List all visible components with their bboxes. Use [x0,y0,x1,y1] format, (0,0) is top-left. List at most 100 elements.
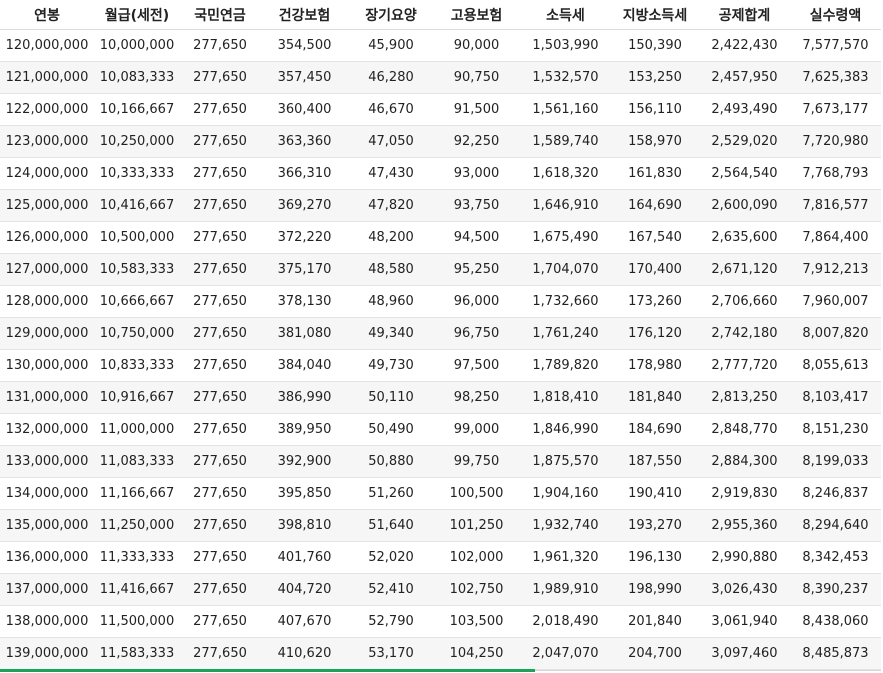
column-header-col-net-pay: 실수령액 [790,0,881,30]
horizontal-scroll-indicator[interactable] [0,669,535,672]
table-cell-col-net-pay: 7,864,400 [790,221,881,254]
table-cell-col-national-pension: 277,650 [180,253,260,286]
table-cell-col-net-pay: 7,912,213 [790,253,881,286]
table-cell-col-income-tax: 1,704,070 [520,253,611,286]
table-row: 136,000,000 11,333,333 277,650 401,760 52,02… [0,541,881,574]
table-cell-col-long-term-care: 48,960 [349,285,433,318]
table-cell-col-national-pension: 277,650 [180,285,260,318]
table-cell-col-local-income-tax: 184,690 [611,413,699,446]
table-cell-col-net-pay: 8,342,453 [790,541,881,574]
horizontal-scroll-track[interactable] [535,670,881,671]
table-cell-col-local-income-tax: 193,270 [611,509,699,542]
table-cell-col-employment-insurance: 92,250 [433,125,520,158]
column-header-col-income-tax: 소득세 [520,0,611,30]
table-cell-col-long-term-care: 49,340 [349,317,433,350]
table-cell-col-income-tax: 1,875,570 [520,445,611,478]
table-cell-col-annual-salary: 134,000,000 [0,477,94,510]
table-cell-col-income-tax: 1,846,990 [520,413,611,446]
table-cell-col-annual-salary: 122,000,000 [0,93,94,126]
table-cell-col-annual-salary: 120,000,000 [0,29,94,62]
column-header-col-long-term-care: 장기요양 [349,0,433,30]
table-cell-col-national-pension: 277,650 [180,157,260,190]
table-cell-col-national-pension: 277,650 [180,541,260,574]
column-header-col-monthly-salary: 월급(세전) [94,0,180,30]
table-cell-col-long-term-care: 48,580 [349,253,433,286]
table-cell-col-monthly-salary: 10,666,667 [94,285,180,318]
table-cell-col-net-pay: 7,816,577 [790,189,881,222]
table-cell-col-long-term-care: 52,790 [349,605,433,638]
table-cell-col-net-pay: 8,485,873 [790,637,881,670]
table-cell-col-total-deduction: 2,422,430 [699,29,790,62]
table-cell-col-national-pension: 277,650 [180,381,260,414]
table-cell-col-long-term-care: 48,200 [349,221,433,254]
table-cell-col-health-insurance: 375,170 [260,253,349,286]
table-cell-col-national-pension: 277,650 [180,509,260,542]
table-row: 139,000,000 11,583,333 277,650 410,620 53,17… [0,637,881,670]
table-cell-col-total-deduction: 3,061,940 [699,605,790,638]
table-cell-col-health-insurance: 366,310 [260,157,349,190]
table-cell-col-health-insurance: 395,850 [260,477,349,510]
table-cell-col-income-tax: 2,047,070 [520,637,611,670]
table-cell-col-local-income-tax: 150,390 [611,29,699,62]
table-cell-col-total-deduction: 2,529,020 [699,125,790,158]
table-cell-col-annual-salary: 133,000,000 [0,445,94,478]
table-cell-col-monthly-salary: 10,750,000 [94,317,180,350]
table-row: 129,000,000 10,750,000 277,650 381,080 49,34… [0,317,881,350]
column-header-col-annual-salary: 연봉 [0,0,94,30]
table-row: 138,000,000 11,500,000 277,650 407,670 52,79… [0,605,881,638]
table-cell-col-local-income-tax: 178,980 [611,349,699,382]
table-cell-col-local-income-tax: 181,840 [611,381,699,414]
table-cell-col-local-income-tax: 156,110 [611,93,699,126]
table-cell-col-monthly-salary: 10,833,333 [94,349,180,382]
table-cell-col-annual-salary: 121,000,000 [0,61,94,94]
table-cell-col-employment-insurance: 91,500 [433,93,520,126]
table-cell-col-monthly-salary: 10,333,333 [94,157,180,190]
table-cell-col-national-pension: 277,650 [180,445,260,478]
table-cell-col-long-term-care: 46,670 [349,93,433,126]
table-cell-col-national-pension: 277,650 [180,477,260,510]
table-cell-col-total-deduction: 2,848,770 [699,413,790,446]
table-cell-col-total-deduction: 2,564,540 [699,157,790,190]
table-cell-col-income-tax: 1,904,160 [520,477,611,510]
table-cell-col-health-insurance: 389,950 [260,413,349,446]
table-cell-col-income-tax: 2,018,490 [520,605,611,638]
table-row: 133,000,000 11,083,333 277,650 392,900 50,88… [0,445,881,478]
table-cell-col-national-pension: 277,650 [180,317,260,350]
table-cell-col-monthly-salary: 11,500,000 [94,605,180,638]
column-header-col-national-pension: 국민연금 [180,0,260,30]
table-cell-col-local-income-tax: 190,410 [611,477,699,510]
table-cell-col-health-insurance: 360,400 [260,93,349,126]
table-cell-col-national-pension: 277,650 [180,573,260,606]
table-cell-col-income-tax: 1,503,990 [520,29,611,62]
table-cell-col-local-income-tax: 161,830 [611,157,699,190]
table-cell-col-local-income-tax: 196,130 [611,541,699,574]
column-header-col-employment-insurance: 고용보험 [433,0,520,30]
table-cell-col-long-term-care: 52,410 [349,573,433,606]
table-row: 128,000,000 10,666,667 277,650 378,130 48,96… [0,285,881,318]
table-row: 131,000,000 10,916,667 277,650 386,990 50,11… [0,381,881,414]
table-cell-col-monthly-salary: 11,333,333 [94,541,180,574]
table-cell-col-national-pension: 277,650 [180,93,260,126]
table-cell-col-local-income-tax: 170,400 [611,253,699,286]
table-cell-col-total-deduction: 2,742,180 [699,317,790,350]
table-cell-col-annual-salary: 138,000,000 [0,605,94,638]
table-cell-col-health-insurance: 381,080 [260,317,349,350]
table-cell-col-income-tax: 1,561,160 [520,93,611,126]
table-cell-col-income-tax: 1,646,910 [520,189,611,222]
table-cell-col-income-tax: 1,932,740 [520,509,611,542]
table-cell-col-national-pension: 277,650 [180,349,260,382]
table-cell-col-long-term-care: 51,640 [349,509,433,542]
table-cell-col-income-tax: 1,532,570 [520,61,611,94]
table-cell-col-health-insurance: 357,450 [260,61,349,94]
table-row: 124,000,000 10,333,333 277,650 366,310 47,43… [0,157,881,190]
table-cell-col-health-insurance: 378,130 [260,285,349,318]
table-cell-col-monthly-salary: 10,000,000 [94,29,180,62]
table-cell-col-employment-insurance: 96,750 [433,317,520,350]
table-cell-col-employment-insurance: 90,750 [433,61,520,94]
table-cell-col-annual-salary: 126,000,000 [0,221,94,254]
table-row: 127,000,000 10,583,333 277,650 375,170 48,58… [0,253,881,286]
table-cell-col-net-pay: 8,390,237 [790,573,881,606]
table-cell-col-employment-insurance: 99,000 [433,413,520,446]
table-row: 125,000,000 10,416,667 277,650 369,270 47,82… [0,189,881,222]
table-cell-col-monthly-salary: 10,916,667 [94,381,180,414]
